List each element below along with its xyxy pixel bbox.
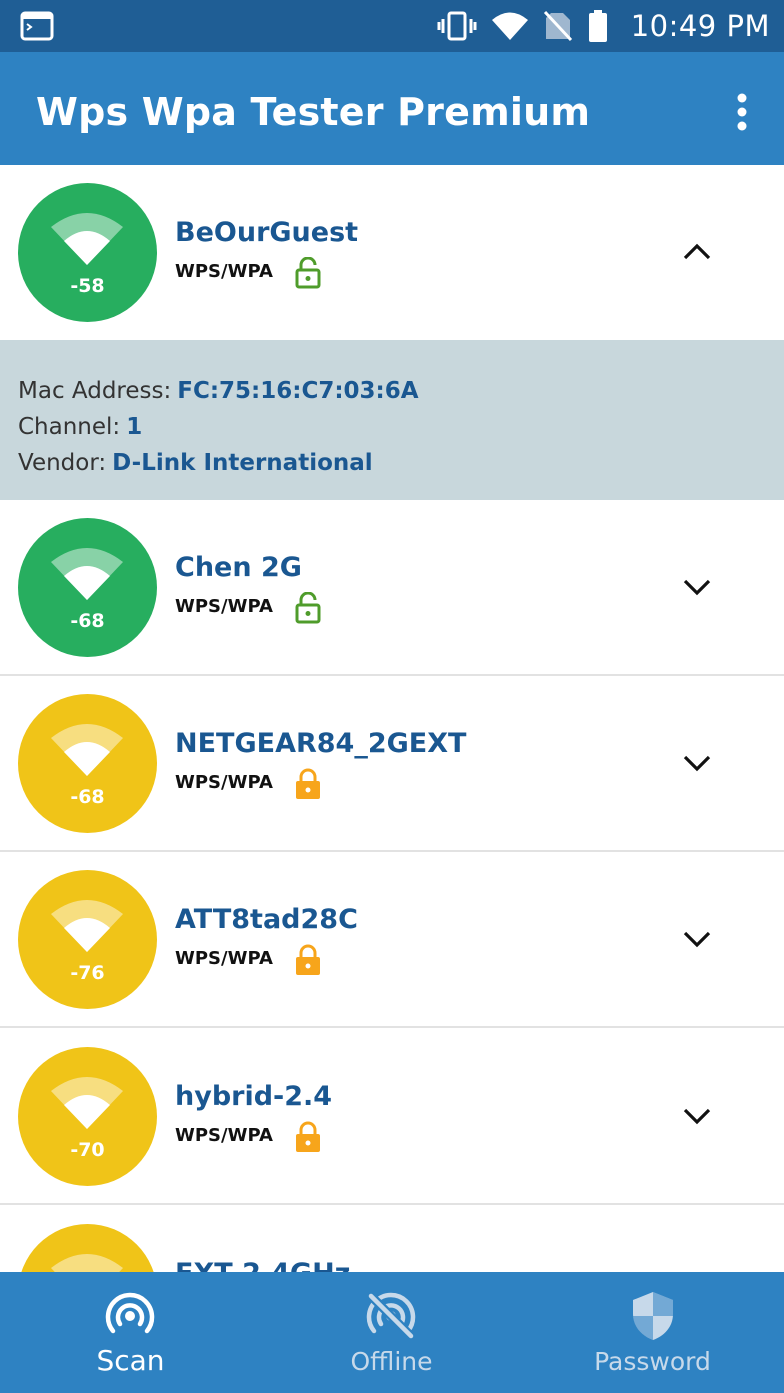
signal-strength-badge: -68	[18, 694, 157, 833]
chevron-down-icon[interactable]	[682, 1101, 712, 1131]
network-ssid: NETGEAR84_2GEXT	[175, 728, 467, 759]
security-type: WPS/WPA	[175, 948, 273, 969]
lock-closed-icon	[296, 1121, 320, 1152]
chevron-down-icon[interactable]	[682, 924, 712, 954]
signal-value: -68	[70, 610, 105, 632]
vendor-label: Vendor:	[18, 450, 107, 476]
signal-strength-badge: -68	[18, 518, 157, 657]
signal-value: -70	[70, 1139, 105, 1161]
lock-open-icon	[295, 592, 321, 624]
app-title: Wps Wpa Tester Premium	[36, 90, 591, 134]
network-ssid: hybrid-2.4	[175, 1081, 333, 1112]
wifi-signal-icon	[51, 1254, 123, 1272]
mac-address-value: FC:75:16:C7:03:6A	[177, 378, 419, 404]
wifi-status-icon	[491, 12, 528, 40]
more-vert-icon[interactable]	[730, 92, 754, 132]
signal-strength-badge	[18, 1224, 157, 1272]
vendor-value: D-Link International	[112, 450, 373, 476]
network-ssid: EXT 2.4GHz	[175, 1258, 350, 1272]
network-details-panel: Mac Address: FC:75:16:C7:03:6A Channel: 1 …	[0, 340, 784, 500]
signal-strength-badge: -70	[18, 1047, 157, 1186]
security-type: WPS/WPA	[175, 261, 273, 282]
vibrate-icon	[437, 11, 477, 41]
wifi-signal-icon	[51, 548, 123, 600]
network-item[interactable]: -68 NETGEAR84_2GEXT WPS/WPA	[0, 676, 784, 852]
network-ssid: Chen 2G	[175, 552, 302, 583]
signal-strength-badge: -76	[18, 870, 157, 1009]
nav-password-label: Password	[594, 1347, 711, 1376]
status-bar: 10:49 PM	[0, 0, 784, 52]
battery-icon	[588, 10, 607, 42]
channel-label: Channel:	[18, 414, 121, 440]
shield-icon	[633, 1292, 673, 1340]
nav-offline[interactable]: Offline	[261, 1272, 522, 1393]
channel-row: Channel: 1	[18, 414, 142, 440]
security-type: WPS/WPA	[175, 772, 273, 793]
wifi-signal-icon	[51, 1077, 123, 1129]
network-item[interactable]: -70 hybrid-2.4 WPS/WPA	[0, 1029, 784, 1205]
network-list[interactable]: -58 BeOurGuest WPS/WPA Mac Address: FC:75…	[0, 165, 784, 1272]
lock-closed-icon	[296, 944, 320, 975]
security-type: WPS/WPA	[175, 596, 273, 617]
network-ssid: BeOurGuest	[175, 217, 359, 248]
chevron-down-icon[interactable]	[682, 572, 712, 602]
nav-scan-label: Scan	[96, 1344, 165, 1377]
signal-strength-badge: -58	[18, 183, 157, 322]
chevron-up-icon[interactable]	[682, 237, 712, 267]
lock-closed-icon	[296, 768, 320, 799]
signal-value: -58	[70, 275, 105, 297]
network-item[interactable]: -58 BeOurGuest WPS/WPA	[0, 165, 784, 341]
wifi-signal-icon	[51, 724, 123, 776]
bottom-navigation: Scan Offline Password	[0, 1272, 784, 1393]
mac-address-row: Mac Address: FC:75:16:C7:03:6A	[18, 378, 419, 404]
mac-address-label: Mac Address:	[18, 378, 172, 404]
terminal-icon	[20, 11, 54, 41]
lock-open-icon	[295, 257, 321, 289]
network-item[interactable]: -76 ATT8tad28C WPS/WPA	[0, 852, 784, 1028]
nav-password[interactable]: Password	[522, 1272, 783, 1393]
no-sim-icon	[543, 10, 572, 42]
status-icons: 10:49 PM	[437, 0, 770, 52]
nav-offline-label: Offline	[350, 1347, 433, 1376]
scan-icon	[105, 1292, 155, 1334]
app-bar: Wps Wpa Tester Premium	[0, 52, 784, 165]
nav-scan[interactable]: Scan	[0, 1272, 261, 1393]
network-item[interactable]: -68 Chen 2G WPS/WPA	[0, 500, 784, 676]
channel-value: 1	[126, 414, 143, 440]
network-item[interactable]: EXT 2.4GHz	[0, 1206, 784, 1272]
security-type: WPS/WPA	[175, 1125, 273, 1146]
signal-value: -68	[70, 786, 105, 808]
network-ssid: ATT8tad28C	[175, 904, 358, 935]
vendor-row: Vendor: D-Link International	[18, 450, 373, 476]
wifi-signal-icon	[51, 900, 123, 952]
wifi-signal-icon	[51, 213, 123, 265]
offline-icon	[366, 1292, 416, 1340]
chevron-down-icon[interactable]	[682, 748, 712, 778]
signal-value: -76	[70, 962, 105, 984]
status-time: 10:49 PM	[630, 9, 770, 43]
